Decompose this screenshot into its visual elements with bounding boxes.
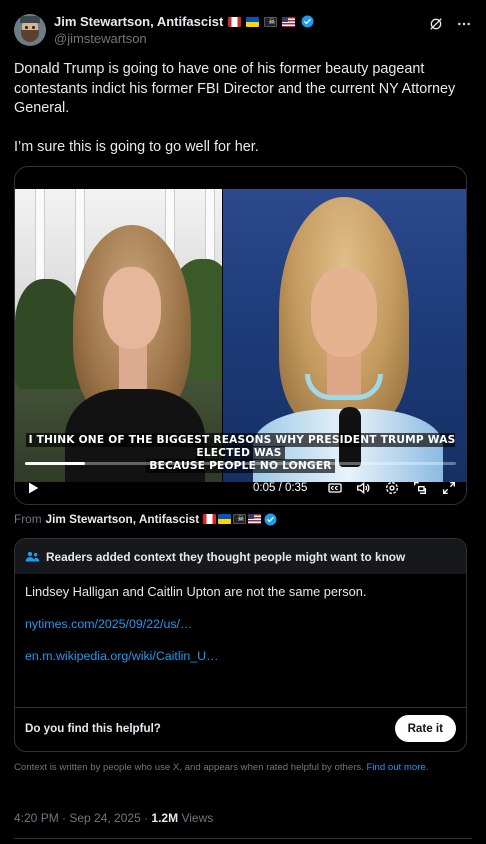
- captions-icon[interactable]: [327, 479, 343, 497]
- play-icon[interactable]: [25, 479, 41, 497]
- views-label: Views: [178, 811, 214, 825]
- tweet-meta: 4:20 PM · Sep 24, 2025 · 1.2M Views: [14, 811, 213, 825]
- note-divider: [15, 707, 466, 708]
- from-author-name[interactable]: Jim Stewartson, Antifascist: [46, 512, 200, 526]
- pirate-flag-icon: [264, 16, 278, 27]
- settings-icon[interactable]: [384, 479, 400, 497]
- avatar[interactable]: [14, 14, 46, 46]
- more-icon[interactable]: [456, 16, 472, 32]
- community-note-header: Readers added context they thought peopl…: [15, 539, 466, 574]
- ukraine-flag-icon: [246, 16, 260, 27]
- community-note-title: Readers added context they thought peopl…: [46, 549, 406, 564]
- volume-icon[interactable]: [355, 479, 371, 497]
- video-attribution: From Jim Stewartson, Antifascist: [14, 512, 277, 526]
- us-flag-icon: [248, 514, 262, 524]
- us-flag-icon: [282, 16, 296, 27]
- video-progress-bar[interactable]: [25, 462, 456, 465]
- tweet-header: Jim Stewartson, Antifascist @jimstewarts…: [14, 14, 472, 50]
- verified-icon: [301, 15, 314, 28]
- video-subtitle: I think one of the biggest reasons why P…: [15, 433, 466, 473]
- people-icon: [25, 551, 40, 562]
- tweet-timestamp[interactable]: 4:20 PM · Sep 24, 2025 ·: [14, 811, 151, 825]
- bottom-divider: [14, 838, 472, 839]
- verified-icon: [264, 513, 277, 525]
- subtitle-line: I think one of the biggest reasons why P…: [25, 433, 456, 460]
- views-count: 1.2M: [151, 811, 179, 825]
- rate-it-button[interactable]: Rate it: [394, 714, 456, 742]
- grok-icon[interactable]: [428, 16, 444, 32]
- canada-flag-icon: [228, 16, 242, 27]
- find-out-more-link[interactable]: Find out more.: [367, 762, 429, 773]
- note-link-wikipedia[interactable]: en.m.wikipedia.org/wiki/Caitlin_U…: [25, 649, 456, 663]
- tweet-paragraph: Donald Trump is going to have one of his…: [14, 61, 456, 116]
- context-disclaimer-text: Context is written by people who use X, …: [14, 762, 364, 773]
- canada-flag-icon: [203, 514, 217, 524]
- context-disclaimer: Context is written by people who use X, …: [14, 762, 464, 774]
- from-prefix: From: [14, 512, 42, 526]
- video-time: 0:05 / 0:35: [253, 482, 308, 494]
- tweet-text: Donald Trump is going to have one of his…: [14, 60, 470, 157]
- community-note-text: Lindsey Halligan and Caitlin Upton are n…: [25, 584, 367, 599]
- author-handle[interactable]: @jimstewartson: [54, 31, 314, 46]
- video-controls: 0:05 / 0:35: [15, 479, 466, 499]
- author-display-name[interactable]: Jim Stewartson, Antifascist: [54, 14, 223, 29]
- pip-icon[interactable]: [412, 479, 428, 497]
- helpful-prompt: Do you find this helpful?: [25, 721, 161, 735]
- video-player[interactable]: I think one of the biggest reasons why P…: [14, 166, 467, 505]
- author-names: Jim Stewartson, Antifascist @jimstewarts…: [54, 14, 314, 50]
- pirate-flag-icon: [233, 514, 247, 524]
- ukraine-flag-icon: [218, 514, 232, 524]
- tweet-paragraph: I’m sure this is going to go well for he…: [14, 138, 259, 155]
- note-link-nytimes[interactable]: nytimes.com/2025/09/22/us/…: [25, 617, 456, 631]
- video-progress-fill: [25, 462, 86, 465]
- community-note: Readers added context they thought peopl…: [14, 538, 467, 752]
- fullscreen-icon[interactable]: [441, 479, 457, 497]
